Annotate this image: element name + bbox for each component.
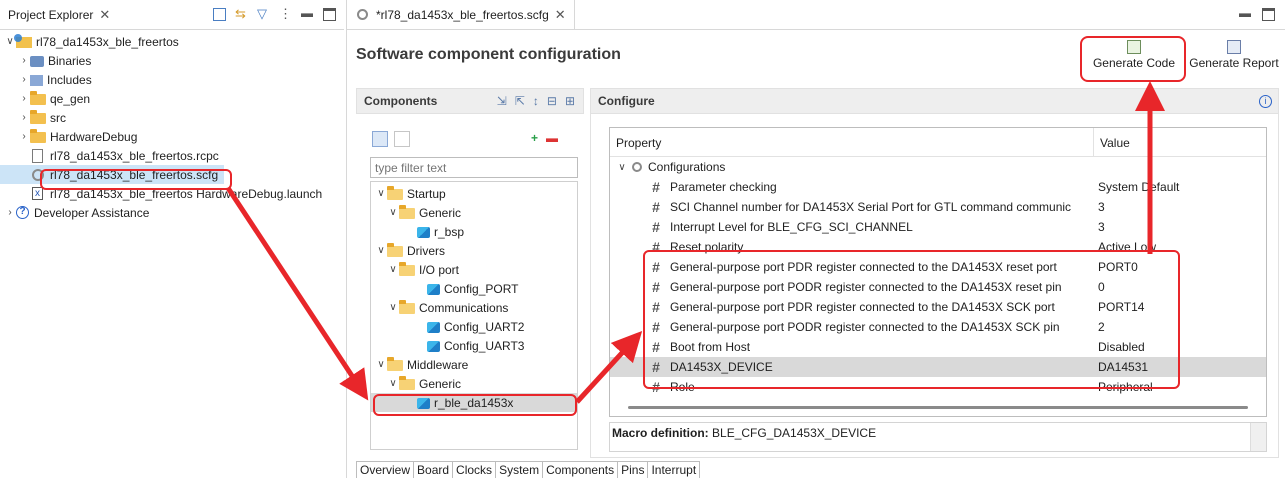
arrow-component-to-properties — [575, 330, 643, 404]
arrow-explorer-to-component — [225, 186, 369, 401]
annotation-arrows — [225, 81, 1165, 404]
